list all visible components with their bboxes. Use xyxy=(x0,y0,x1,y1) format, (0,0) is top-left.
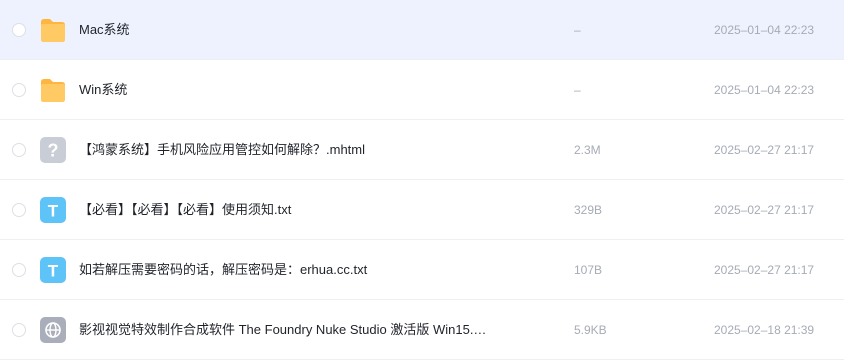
svg-text:T: T xyxy=(48,262,59,281)
file-name[interactable]: Win系统 xyxy=(79,60,127,120)
file-row-password[interactable]: T 如若解压需要密码的话，解压密码是：erhua.cc.txt 107B 202… xyxy=(0,240,844,300)
file-row-win[interactable]: Win系统 – 2025–01–04 22:23 xyxy=(0,60,844,120)
file-name[interactable]: 如若解压需要密码的话，解压密码是：erhua.cc.txt xyxy=(79,240,367,300)
file-date: 2025–02–27 21:17 xyxy=(714,263,815,277)
file-size: 107B xyxy=(574,263,603,277)
svg-text:T: T xyxy=(48,202,59,221)
file-row-mhtml[interactable]: ? 【鸿蒙系统】手机风险应用管控如何解除？.mhtml 2.3M 2025–02… xyxy=(0,120,844,180)
file-name[interactable]: 【鸿蒙系统】手机风险应用管控如何解除？.mhtml xyxy=(79,120,365,180)
row-checkbox[interactable] xyxy=(12,83,26,97)
text-file-icon: T xyxy=(39,256,67,284)
file-date: 2025–02–27 21:17 xyxy=(714,203,815,217)
file-date: 2025–02–27 21:17 xyxy=(714,143,815,157)
file-name[interactable]: 【必看】【必看】【必看】使用须知.txt xyxy=(79,180,291,240)
folder-icon xyxy=(39,16,67,44)
row-checkbox[interactable] xyxy=(12,143,26,157)
web-file-icon xyxy=(39,316,67,344)
file-size: – xyxy=(574,83,581,97)
file-date: 2025–01–04 22:23 xyxy=(714,83,815,97)
file-size: 5.9KB xyxy=(574,323,607,337)
row-checkbox[interactable] xyxy=(12,23,26,37)
file-size: – xyxy=(574,23,581,37)
row-checkbox[interactable] xyxy=(12,323,26,337)
file-name[interactable]: Mac系统 xyxy=(79,0,130,60)
unknown-file-icon: ? xyxy=(39,136,67,164)
row-checkbox[interactable] xyxy=(12,263,26,277)
file-row-notice[interactable]: T 【必看】【必看】【必看】使用须知.txt 329B 2025–02–27 2… xyxy=(0,180,844,240)
file-list: Mac系统 – 2025–01–04 22:23 Win系统 – 2025–01… xyxy=(0,0,844,360)
file-size: 2.3M xyxy=(574,143,601,157)
folder-icon xyxy=(39,76,67,104)
file-date: 2025–02–18 21:39 xyxy=(714,323,815,337)
file-size: 329B xyxy=(574,203,603,217)
file-row-nuke[interactable]: 影视视觉特效制作合成软件 The Foundry Nuke Studio 激活版… xyxy=(0,300,844,360)
file-name[interactable]: 影视视觉特效制作合成软件 The Foundry Nuke Studio 激活版… xyxy=(79,300,486,360)
file-row-mac[interactable]: Mac系统 – 2025–01–04 22:23 xyxy=(0,0,844,60)
text-file-icon: T xyxy=(39,196,67,224)
file-date: 2025–01–04 22:23 xyxy=(714,23,815,37)
svg-text:?: ? xyxy=(48,141,59,161)
row-checkbox[interactable] xyxy=(12,203,26,217)
